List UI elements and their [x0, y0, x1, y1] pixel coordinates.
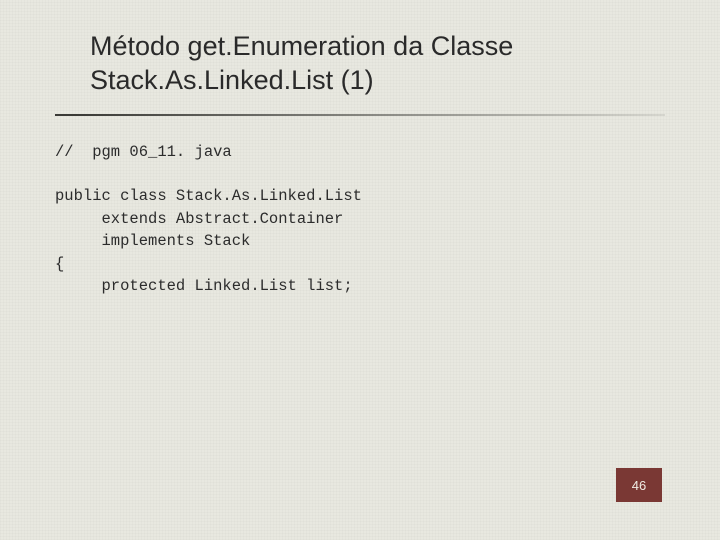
title-line-1: Método get.Enumeration da Classe [90, 31, 513, 61]
code-block: // pgm 06_11. java public class Stack.As… [55, 141, 665, 298]
page-number-box: 46 [616, 468, 662, 502]
slide-title: Método get.Enumeration da Classe Stack.A… [55, 30, 665, 110]
code-line: protected Linked.List list; [55, 277, 353, 295]
page-number: 46 [632, 478, 646, 493]
slide: Método get.Enumeration da Classe Stack.A… [0, 0, 720, 540]
title-line-2: Stack.As.Linked.List (1) [90, 65, 374, 95]
title-divider [55, 114, 665, 115]
code-line: public class Stack.As.Linked.List [55, 187, 362, 205]
code-line: implements Stack [55, 232, 250, 250]
code-line: { [55, 255, 64, 273]
code-line: extends Abstract.Container [55, 210, 343, 228]
code-line: // pgm 06_11. java [55, 143, 232, 161]
